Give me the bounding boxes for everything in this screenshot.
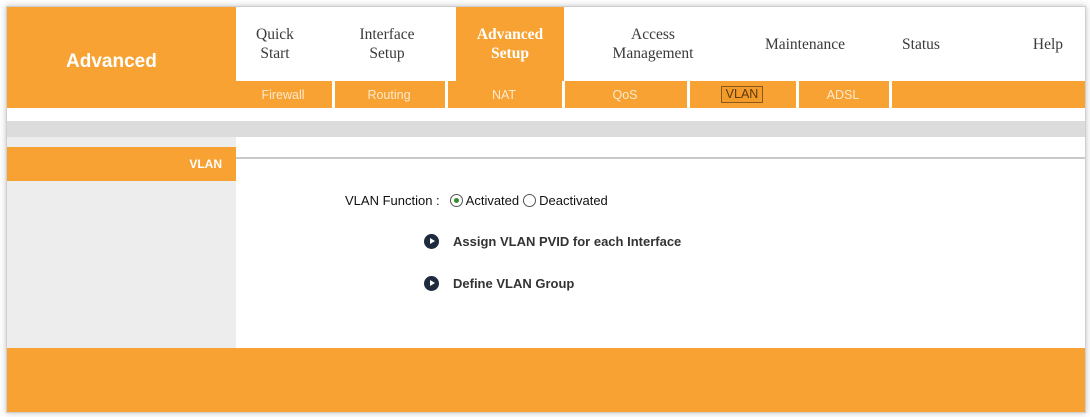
radio-deactivated[interactable]: [523, 194, 537, 207]
tab-label: Maintenance: [764, 35, 846, 53]
subtab-divider: [889, 81, 892, 108]
sub-navigation: Firewall Routing NAT QoS VLAN ADSL: [236, 81, 1085, 108]
arrow-right-circle-icon: [424, 276, 439, 291]
subtab-routing[interactable]: Routing: [335, 81, 443, 108]
tab-quick-start[interactable]: Quick Start: [236, 15, 314, 73]
tab-label: Help: [1032, 35, 1064, 53]
radio-activated[interactable]: [449, 194, 463, 207]
radio-deactivated-label[interactable]: Deactivated: [539, 193, 608, 208]
subtab-label: Firewall: [261, 87, 305, 102]
tab-help[interactable]: Help: [1018, 15, 1078, 73]
subtab-nat[interactable]: NAT: [448, 81, 560, 108]
subtab-label: VLAN: [720, 86, 764, 103]
tab-label: Quick Start: [256, 26, 294, 62]
subtab-label: NAT: [491, 87, 517, 102]
section-title: VLAN: [7, 147, 236, 181]
footer-bar: [7, 348, 1085, 412]
section-divider: [236, 157, 1085, 159]
subtab-label: Routing: [367, 87, 411, 102]
router-admin-page: Advanced Quick Start Interface Setup Adv…: [6, 6, 1086, 413]
assign-vlan-pvid-link[interactable]: Assign VLAN PVID for each Interface: [424, 234, 681, 249]
tab-label: Access Management: [612, 26, 694, 62]
tab-label: Interface Setup: [359, 26, 415, 62]
link-label: Define VLAN Group: [453, 276, 575, 291]
define-vlan-group-link[interactable]: Define VLAN Group: [424, 276, 574, 291]
header-separator: [7, 121, 1085, 137]
subtab-label: QoS: [612, 87, 638, 102]
subtab-vlan[interactable]: VLAN: [690, 81, 794, 108]
tab-label: Advanced Setup: [476, 26, 544, 62]
subtab-adsl[interactable]: ADSL: [799, 81, 887, 108]
tab-label: Status: [902, 35, 940, 53]
tab-access-management[interactable]: Access Management: [578, 15, 728, 73]
tab-interface-setup[interactable]: Interface Setup: [334, 15, 440, 73]
subtab-label: ADSL: [826, 87, 860, 102]
tab-status[interactable]: Status: [884, 15, 958, 73]
tab-advanced-setup[interactable]: Advanced Setup: [456, 7, 564, 81]
vlan-function-row: VLAN Function : Activated Deactivated: [345, 193, 612, 208]
radio-activated-label[interactable]: Activated: [466, 193, 519, 208]
tab-maintenance[interactable]: Maintenance: [740, 15, 870, 73]
brand-panel: Advanced: [7, 7, 236, 108]
page-title: Advanced: [66, 51, 157, 72]
subtab-firewall[interactable]: Firewall: [236, 81, 330, 108]
vlan-function-label: VLAN Function :: [345, 193, 440, 208]
arrow-right-circle-icon: [424, 234, 439, 249]
main-navigation: Quick Start Interface Setup Advanced Set…: [236, 7, 1085, 81]
subtab-qos[interactable]: QoS: [565, 81, 685, 108]
link-label: Assign VLAN PVID for each Interface: [453, 234, 682, 249]
